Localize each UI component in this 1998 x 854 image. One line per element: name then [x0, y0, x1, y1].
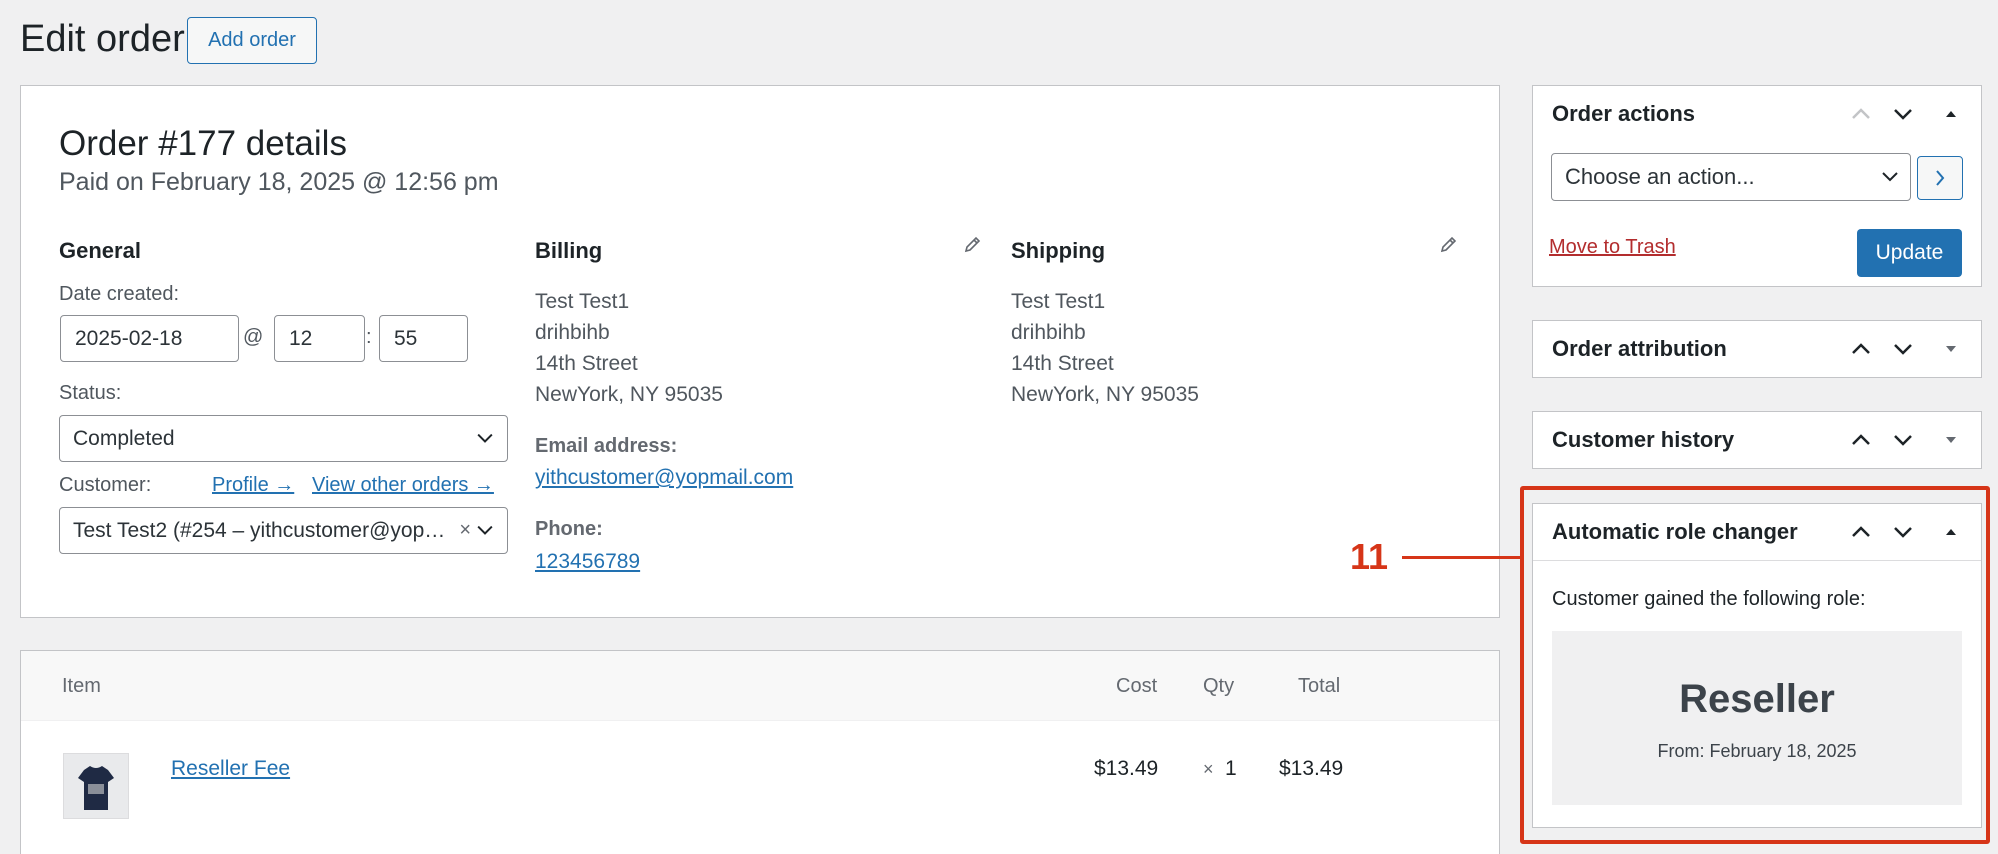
page-title: Edit order: [20, 18, 185, 60]
general-title: General: [59, 238, 141, 263]
move-down-icon[interactable]: [1889, 426, 1917, 454]
hour-input[interactable]: 12: [274, 315, 365, 362]
tshirt-product-image: [63, 753, 129, 819]
order-paid-date: Paid on February 18, 2025 @ 12:56 pm: [59, 168, 499, 196]
customer-label: Customer:: [59, 474, 152, 496]
items-table-header: Item Cost Qty Total: [21, 651, 1499, 721]
order-details-panel: Order #177 details Paid on February 18, …: [20, 85, 1500, 618]
edit-shipping-pencil-icon[interactable]: [1439, 234, 1459, 254]
item-name-link[interactable]: Reseller Fee: [171, 757, 290, 781]
view-other-orders-link[interactable]: View other orders →: [312, 474, 494, 497]
annotation-number: 11: [1350, 536, 1389, 577]
email-label: Email address:: [535, 435, 678, 457]
move-down-icon[interactable]: [1889, 100, 1917, 128]
at-separator: @: [243, 326, 264, 348]
annotation-highlight-box: [1520, 486, 1990, 844]
customer-history-title[interactable]: Customer history: [1552, 412, 1734, 468]
date-created-input[interactable]: 2025-02-18: [60, 315, 239, 362]
phone-label: Phone:: [535, 518, 603, 540]
add-order-button[interactable]: Add order: [187, 17, 317, 64]
order-attribution-box: Order attribution: [1532, 320, 1982, 378]
expand-toggle-icon[interactable]: [1937, 335, 1965, 363]
billing-address-line: 14th Street: [535, 352, 638, 375]
item-column-header: Item: [62, 675, 101, 697]
order-action-value: Choose an action...: [1565, 164, 1755, 189]
colon-separator: :: [366, 326, 372, 348]
move-up-icon[interactable]: [1847, 426, 1875, 454]
clear-customer-icon[interactable]: ×: [459, 508, 471, 553]
collapse-toggle-icon[interactable]: [1937, 100, 1965, 128]
chevron-down-icon: [477, 433, 493, 443]
chevron-right-icon: [1936, 170, 1945, 186]
total-column-header: Total: [1298, 675, 1341, 697]
order-attribution-title[interactable]: Order attribution: [1552, 321, 1727, 377]
update-button[interactable]: Update: [1857, 229, 1962, 277]
chevron-down-icon: [1882, 172, 1898, 182]
item-cost: $13.49: [1094, 757, 1159, 780]
minute-input[interactable]: 55: [379, 315, 468, 362]
annotation-leader-line: [1402, 556, 1522, 559]
date-created-label: Date created:: [59, 283, 180, 305]
status-label: Status:: [59, 382, 122, 404]
shipping-address-line: 14th Street: [1011, 352, 1114, 375]
billing-address-line: NewYork, NY 95035: [535, 383, 723, 406]
shipping-address-line: Test Test1: [1011, 290, 1106, 313]
order-actions-box: Order actions Choose an action... Move t…: [1532, 85, 1982, 287]
customer-history-box: Customer history: [1532, 411, 1982, 469]
item-qty: 1: [1225, 757, 1237, 780]
edit-billing-pencil-icon[interactable]: [963, 234, 983, 254]
status-select[interactable]: Completed: [59, 415, 508, 462]
billing-phone-link[interactable]: 123456789: [535, 550, 640, 574]
billing-address-line: Test Test1: [535, 290, 630, 313]
move-up-icon[interactable]: [1847, 100, 1875, 128]
order-items-panel: Item Cost Qty Total Reseller Fee $13.49 …: [20, 650, 1500, 854]
move-down-icon[interactable]: [1889, 335, 1917, 363]
billing-title: Billing: [535, 238, 603, 263]
shipping-title: Shipping: [1011, 238, 1106, 263]
billing-address-line: drihbihb: [535, 321, 610, 344]
cost-column-header: Cost: [1116, 675, 1158, 697]
shipping-address-line: drihbihb: [1011, 321, 1086, 344]
expand-toggle-icon[interactable]: [1937, 426, 1965, 454]
shipping-address-line: NewYork, NY 95035: [1011, 383, 1199, 406]
order-action-select[interactable]: Choose an action...: [1551, 153, 1911, 201]
move-to-trash-link[interactable]: Move to Trash: [1549, 236, 1676, 259]
customer-select[interactable]: Test Test2 (#254 – yithcustomer@yop… ×: [59, 507, 508, 554]
item-total: $13.49: [1279, 757, 1344, 780]
billing-email-link[interactable]: yithcustomer@yopmail.com: [535, 466, 793, 490]
qty-times-sign: ×: [1203, 759, 1214, 779]
qty-column-header: Qty: [1203, 675, 1235, 697]
customer-value: Test Test2 (#254 – yithcustomer@yop…: [73, 519, 446, 542]
chevron-down-icon: [477, 525, 493, 535]
move-up-icon[interactable]: [1847, 335, 1875, 363]
order-heading: Order #177 details: [59, 124, 347, 163]
status-value: Completed: [73, 427, 175, 450]
apply-action-button[interactable]: [1917, 156, 1963, 200]
order-actions-title: Order actions: [1552, 101, 1696, 126]
customer-profile-link[interactable]: Profile →: [212, 474, 294, 497]
